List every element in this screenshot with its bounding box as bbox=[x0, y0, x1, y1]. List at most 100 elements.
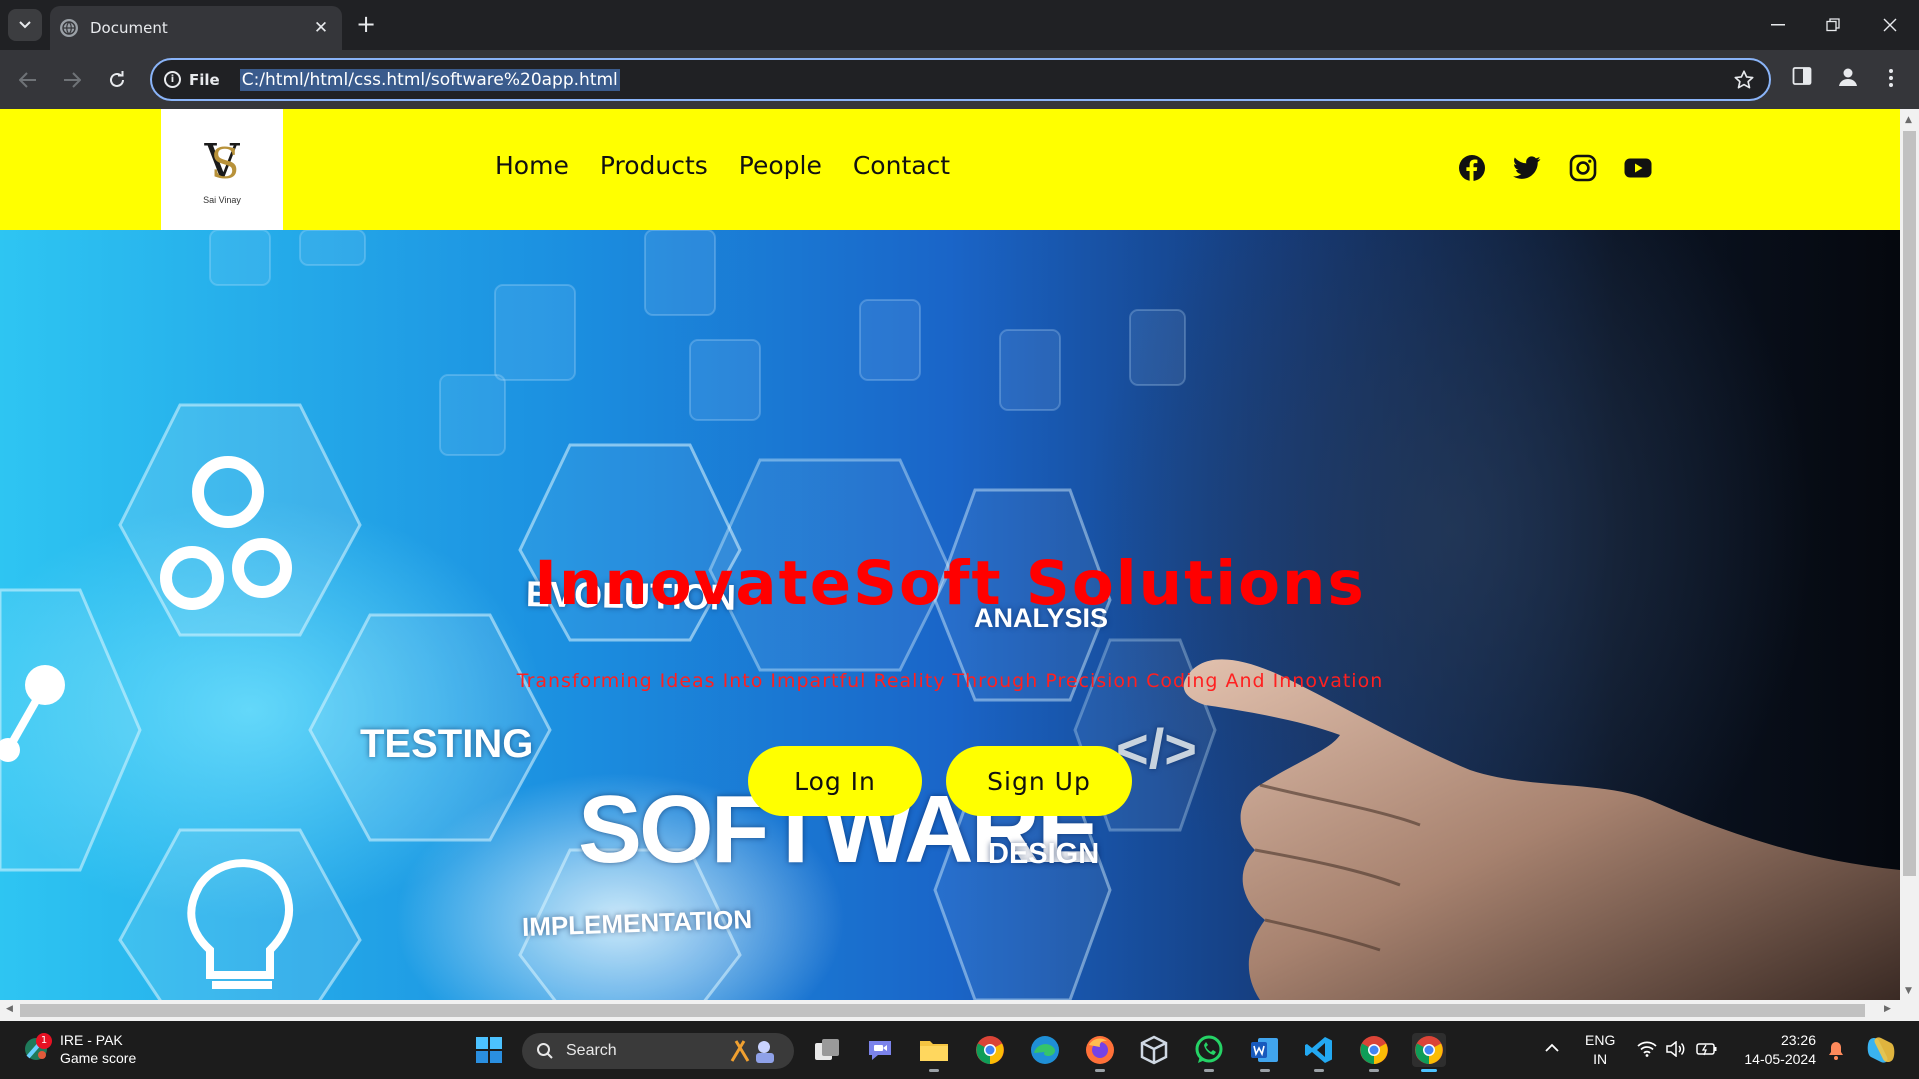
new-tab-button[interactable]: + bbox=[352, 11, 380, 39]
restore-button[interactable] bbox=[1818, 10, 1848, 40]
scroll-right-icon[interactable]: ▶ bbox=[1884, 1004, 1891, 1014]
running-indicator bbox=[1369, 1069, 1379, 1072]
taskbar-meet[interactable] bbox=[863, 1033, 897, 1067]
main-nav: Home Products People Contact bbox=[495, 151, 950, 180]
task-view-button[interactable] bbox=[810, 1033, 844, 1067]
vscode-icon bbox=[1305, 1037, 1332, 1063]
video-call-icon bbox=[869, 1041, 891, 1060]
reload-button[interactable] bbox=[101, 64, 133, 96]
widgets-button[interactable]: 1 IRE - PAK Game score bbox=[22, 1031, 136, 1067]
task-view-icon bbox=[815, 1039, 839, 1060]
bookmark-star-icon[interactable] bbox=[1733, 69, 1755, 91]
copilot-icon[interactable] bbox=[1865, 1035, 1897, 1065]
facebook-icon bbox=[1459, 155, 1485, 181]
widget-subline: Game score bbox=[60, 1050, 137, 1066]
scroll-down-icon[interactable]: ▼ bbox=[1905, 986, 1912, 996]
hero-subtitle: Transforming Ideas Into Impartful Realit… bbox=[516, 670, 1384, 692]
site-info-chip[interactable]: i File bbox=[164, 71, 220, 89]
instagram-icon bbox=[1569, 154, 1597, 182]
nav-products[interactable]: Products bbox=[600, 151, 708, 180]
start-button[interactable] bbox=[472, 1033, 506, 1067]
taskbar-vscode[interactable] bbox=[1302, 1033, 1336, 1072]
url-text[interactable]: C:/html/html/css.html/software%20app.htm… bbox=[239, 68, 620, 91]
taskbar-edge[interactable] bbox=[1028, 1033, 1062, 1067]
scroll-left-icon[interactable]: ◀ bbox=[6, 1004, 13, 1014]
info-icon: i bbox=[164, 71, 181, 88]
browser-tab[interactable]: Document ✕ bbox=[50, 6, 342, 50]
whatsapp-icon bbox=[1195, 1035, 1223, 1063]
close-window-button[interactable] bbox=[1875, 10, 1905, 40]
hero-section: EVOLUTION ANALYSIS TESTING SOFTWARE </> … bbox=[0, 230, 1900, 1000]
tab-search-button[interactable] bbox=[8, 9, 42, 41]
chevron-up-icon[interactable] bbox=[1545, 1043, 1559, 1052]
site-header: SV Sai Vinay Home Products People Contac… bbox=[0, 109, 1900, 230]
back-button[interactable] bbox=[12, 64, 44, 96]
taskbar-whatsapp[interactable] bbox=[1192, 1033, 1226, 1072]
side-panel-icon[interactable] bbox=[1792, 66, 1812, 86]
nav-contact[interactable]: Contact bbox=[853, 151, 950, 180]
windows-taskbar: 1 IRE - PAK Game score Search ENG IN 23:… bbox=[0, 1021, 1919, 1079]
hero-title: InnovateSoft Solutions bbox=[534, 548, 1366, 619]
forward-button[interactable] bbox=[56, 64, 88, 96]
tab-close-icon[interactable]: ✕ bbox=[310, 18, 332, 38]
browser-tab-bar: Document ✕ + bbox=[0, 0, 1919, 50]
widgets-badge: 1 bbox=[36, 1033, 52, 1049]
taskbar-chrome-active[interactable] bbox=[1412, 1033, 1446, 1072]
horizontal-scroll-thumb[interactable] bbox=[20, 1004, 1865, 1017]
signup-button[interactable]: Sign Up bbox=[946, 746, 1132, 816]
site-logo[interactable]: SV Sai Vinay bbox=[161, 109, 283, 230]
taskbar-firefox[interactable] bbox=[1083, 1033, 1117, 1072]
scroll-up-icon[interactable]: ▲ bbox=[1905, 115, 1912, 125]
wifi-icon[interactable] bbox=[1637, 1041, 1657, 1057]
taskbar-word[interactable] bbox=[1248, 1033, 1282, 1072]
twitter-link[interactable] bbox=[1512, 153, 1542, 183]
search-highlight-icon bbox=[730, 1040, 774, 1063]
logo-text: Sai Vinay bbox=[203, 194, 241, 205]
region-code: IN bbox=[1593, 1051, 1608, 1067]
taskbar-file-explorer[interactable] bbox=[917, 1033, 951, 1072]
profile-icon[interactable] bbox=[1837, 66, 1859, 88]
taskbar-search-placeholder: Search bbox=[566, 1042, 617, 1059]
volume-icon[interactable] bbox=[1666, 1041, 1686, 1057]
minimize-button[interactable] bbox=[1763, 10, 1793, 40]
close-icon bbox=[1883, 18, 1897, 32]
page-viewport: SV Sai Vinay Home Products People Contac… bbox=[0, 109, 1900, 1000]
vertical-scroll-thumb[interactable] bbox=[1903, 131, 1916, 876]
chrome-icon bbox=[1415, 1036, 1443, 1064]
language-indicator[interactable]: ENG IN bbox=[1585, 1031, 1615, 1069]
hero-image-word-testing: TESTING bbox=[360, 722, 534, 766]
taskbar-chrome-1[interactable] bbox=[973, 1033, 1007, 1067]
running-indicator bbox=[1204, 1069, 1214, 1072]
globe-icon bbox=[60, 19, 78, 37]
running-indicator bbox=[1095, 1069, 1105, 1072]
minimize-icon bbox=[1771, 24, 1785, 26]
nav-home[interactable]: Home bbox=[495, 151, 569, 180]
horizontal-scrollbar[interactable]: ◀ ▶ bbox=[0, 1000, 1919, 1021]
search-icon bbox=[537, 1043, 553, 1059]
widget-headline: IRE - PAK bbox=[60, 1032, 123, 1048]
vertical-scrollbar[interactable]: ▲ ▼ bbox=[1900, 109, 1919, 1000]
restore-icon bbox=[1826, 18, 1840, 32]
taskbar-chrome-2[interactable] bbox=[1357, 1033, 1391, 1072]
cube-icon bbox=[1140, 1035, 1168, 1065]
notification-bell-icon[interactable] bbox=[1827, 1041, 1845, 1061]
facebook-link[interactable] bbox=[1457, 153, 1487, 183]
reload-icon bbox=[110, 71, 124, 87]
clock-date: 14-05-2024 bbox=[1744, 1051, 1816, 1067]
login-button[interactable]: Log In bbox=[748, 746, 922, 816]
arrow-right-icon bbox=[64, 72, 81, 88]
edge-icon bbox=[1031, 1036, 1059, 1064]
more-menu-icon[interactable] bbox=[1888, 68, 1894, 88]
address-bar[interactable]: i File C:/html/html/css.html/software%20… bbox=[150, 58, 1771, 101]
youtube-link[interactable] bbox=[1623, 153, 1653, 183]
taskbar-search[interactable]: Search bbox=[522, 1033, 794, 1069]
chrome-icon bbox=[1360, 1036, 1388, 1064]
taskbar-virtualbox[interactable] bbox=[1137, 1033, 1171, 1067]
system-clock[interactable]: 23:26 14-05-2024 bbox=[1738, 1031, 1816, 1069]
battery-icon[interactable] bbox=[1696, 1041, 1718, 1057]
logo-monogram: SV bbox=[204, 133, 240, 190]
firefox-icon bbox=[1086, 1036, 1114, 1064]
arrow-left-icon bbox=[19, 72, 36, 88]
nav-people[interactable]: People bbox=[739, 151, 822, 180]
instagram-link[interactable] bbox=[1568, 153, 1598, 183]
